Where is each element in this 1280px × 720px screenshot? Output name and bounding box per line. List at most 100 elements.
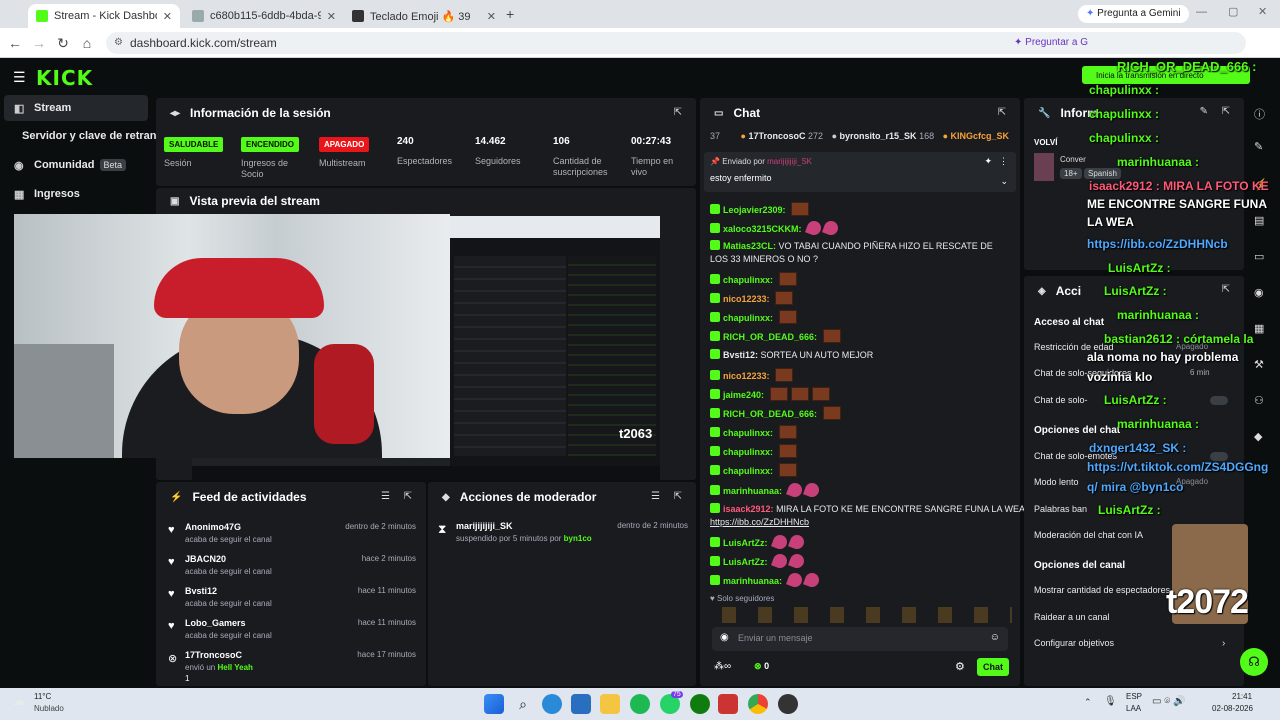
chat-username[interactable]: chapulinxx:	[723, 313, 773, 323]
row-slow-mode[interactable]: Modo lento	[1034, 477, 1079, 487]
send-chat-button[interactable]: Chat	[977, 658, 1009, 676]
tray-chevron-icon[interactable]: ⌃	[1084, 697, 1092, 708]
start-icon[interactable]	[484, 694, 504, 714]
pencil-icon[interactable]: ✎	[1254, 140, 1263, 153]
row-goals[interactable]: Configurar objetivos	[1034, 638, 1114, 648]
mic-icon[interactable]: 🎙	[1104, 696, 1117, 707]
feed-user[interactable]: JBACN20	[185, 554, 226, 564]
row-show-viewers[interactable]: Mostrar cantidad de espectadores	[1034, 585, 1170, 595]
chat-username[interactable]: isaack2912:	[723, 504, 774, 514]
row-raid[interactable]: Raidear a un canal	[1034, 612, 1110, 622]
filter-icon[interactable]: ☰	[381, 491, 390, 502]
forward-icon[interactable]: →	[30, 34, 48, 52]
site-info-icon[interactable]: ⚙	[114, 32, 123, 54]
url-field[interactable]: ⚙ dashboard.kick.com/stream ✦ Preguntar …	[106, 32, 1246, 54]
sidebar-item-stream[interactable]: ◧ Stream	[4, 95, 148, 121]
emoji-icon[interactable]: ☺	[990, 632, 1000, 643]
close-window-icon[interactable]: ✕	[1258, 5, 1267, 18]
sidebar-item-income[interactable]: ▦ Ingresos	[4, 181, 148, 207]
feed-user[interactable]: Bvsti12	[185, 586, 217, 596]
chat-username[interactable]: Matias23CL:	[723, 241, 776, 251]
menu-icon[interactable]: ☰	[13, 69, 26, 86]
mod-target-user[interactable]: marijijijiji_SK	[456, 521, 513, 531]
wrench-icon[interactable]: ⚒	[1254, 358, 1264, 371]
layout-icon[interactable]: ▦	[1254, 322, 1264, 335]
tab-uuid[interactable]: c680b115-6ddb-4bda-90ef-8b0 ✕	[184, 4, 344, 28]
wifi-icon[interactable]: ▭ ⌾ 🔊	[1152, 696, 1185, 707]
maximize-icon[interactable]: ▢	[1228, 5, 1238, 18]
file-explorer-icon[interactable]	[600, 694, 620, 714]
chrome-icon[interactable]	[748, 694, 768, 714]
row-subs-only[interactable]: Chat de solo-	[1034, 395, 1088, 405]
info-icon[interactable]: ⓘ	[1254, 106, 1265, 122]
popout-icon[interactable]: ⇱	[1222, 284, 1230, 295]
leader-2[interactable]: ● byronsito_r15_SK 168	[832, 131, 935, 141]
unpin-icon[interactable]: ✦	[984, 156, 992, 167]
feed-user[interactable]: 17TroncosoC	[185, 650, 242, 660]
chat-username[interactable]: chapulinxx:	[723, 447, 773, 457]
close-tab-icon[interactable]: ✕	[487, 10, 496, 23]
chat-username[interactable]: LuisArtZz:	[723, 557, 768, 567]
edit-icon[interactable]: ✎	[1200, 106, 1208, 117]
popout-icon[interactable]: ⇱	[404, 491, 412, 502]
preguntar-gemini-button[interactable]: ✦ Preguntar a G	[1014, 32, 1088, 54]
row-ai-moderation[interactable]: Moderación del chat con IA	[1034, 530, 1143, 540]
leader-1[interactable]: ● 17TroncosoC 272	[741, 131, 824, 141]
edge-icon[interactable]	[542, 694, 562, 714]
clock-time[interactable]: 21:41	[1232, 692, 1252, 701]
gemini-button[interactable]: ✦ Pregunta a Gemini	[1078, 5, 1189, 23]
chat-username[interactable]: nico12233:	[723, 294, 770, 304]
chat-input[interactable]: ◉ Enviar un mensaje ☺	[712, 627, 1008, 651]
close-tab-icon[interactable]: ✕	[163, 10, 172, 23]
row-banned-words[interactable]: Palabras ban	[1034, 504, 1087, 514]
chat-username[interactable]: chapulinxx:	[723, 275, 773, 285]
obs-icon[interactable]	[778, 694, 798, 714]
spotify-icon[interactable]	[630, 694, 650, 714]
tab-emoji[interactable]: Teclado Emoji 🔥 39 ✕	[344, 4, 504, 28]
chat-username[interactable]: nico12233:	[723, 371, 770, 381]
chat-username[interactable]: chapulinxx:	[723, 466, 773, 476]
app-icon[interactable]	[718, 694, 738, 714]
chat-username[interactable]: jaime240:	[723, 390, 764, 400]
chevron-right-icon[interactable]: ›	[1222, 638, 1225, 649]
diamond-icon[interactable]: ◆	[1254, 430, 1262, 443]
new-tab-icon[interactable]: +	[506, 6, 514, 22]
home-icon[interactable]: ⌂	[78, 34, 96, 52]
tab-kick-dashboard[interactable]: Stream - Kick Dashboard ✕	[28, 4, 180, 28]
sidebar-item-community[interactable]: ◉ Comunidad Beta	[4, 152, 148, 178]
input-lang[interactable]: ESP	[1126, 692, 1142, 701]
clipboard-icon[interactable]: ▤	[1254, 214, 1264, 227]
moderator-name[interactable]: byn1co	[564, 534, 592, 543]
more-icon[interactable]: ⋮	[999, 156, 1008, 167]
emote-bar[interactable]	[712, 607, 1012, 623]
search-icon[interactable]: ⌕	[513, 694, 533, 714]
chat-settings-icon[interactable]: ⚙	[955, 660, 965, 673]
xbox-icon[interactable]	[690, 694, 710, 714]
subs-only-toggle[interactable]	[1210, 396, 1228, 405]
kick-logo[interactable]: KICK	[36, 66, 93, 90]
chat-username[interactable]: RICH_OR_DEAD_666:	[723, 332, 817, 342]
store-icon[interactable]	[571, 694, 591, 714]
pinned-user[interactable]: marijijijiji_SK	[767, 157, 812, 166]
chat-username[interactable]: chapulinxx:	[723, 428, 773, 438]
help-button[interactable]: ☊	[1240, 648, 1268, 676]
chat-username[interactable]: marinhuanaa:	[723, 576, 782, 586]
minimize-icon[interactable]: —	[1196, 6, 1207, 18]
chat-username[interactable]: LuisArtZz:	[723, 538, 768, 548]
close-tab-icon[interactable]: ✕	[327, 10, 336, 23]
chat-username[interactable]: marinhuanaa:	[723, 486, 782, 496]
popout-icon[interactable]: ⇱	[674, 107, 682, 118]
users-icon[interactable]: ⚇	[1254, 394, 1264, 407]
chat-username[interactable]: Bvsti12:	[723, 350, 758, 360]
chevron-down-icon[interactable]: ⌄	[1000, 176, 1008, 187]
feed-user[interactable]: Lobo_Gamers	[185, 618, 246, 628]
leader-3[interactable]: ● KINGcfcg_SK	[943, 131, 1009, 141]
popout-icon[interactable]: ⇱	[674, 491, 682, 502]
popout-icon[interactable]: ⇱	[1222, 106, 1230, 117]
filter-icon[interactable]: ☰	[651, 491, 660, 502]
back-icon[interactable]: ←	[6, 34, 24, 52]
chat-username[interactable]: xaloco3215CKKM:	[723, 224, 802, 234]
chat-username[interactable]: RICH_OR_DEAD_666:	[723, 409, 817, 419]
feed-user[interactable]: Anonimo47G	[185, 522, 241, 532]
reload-icon[interactable]: ↻	[54, 34, 72, 52]
